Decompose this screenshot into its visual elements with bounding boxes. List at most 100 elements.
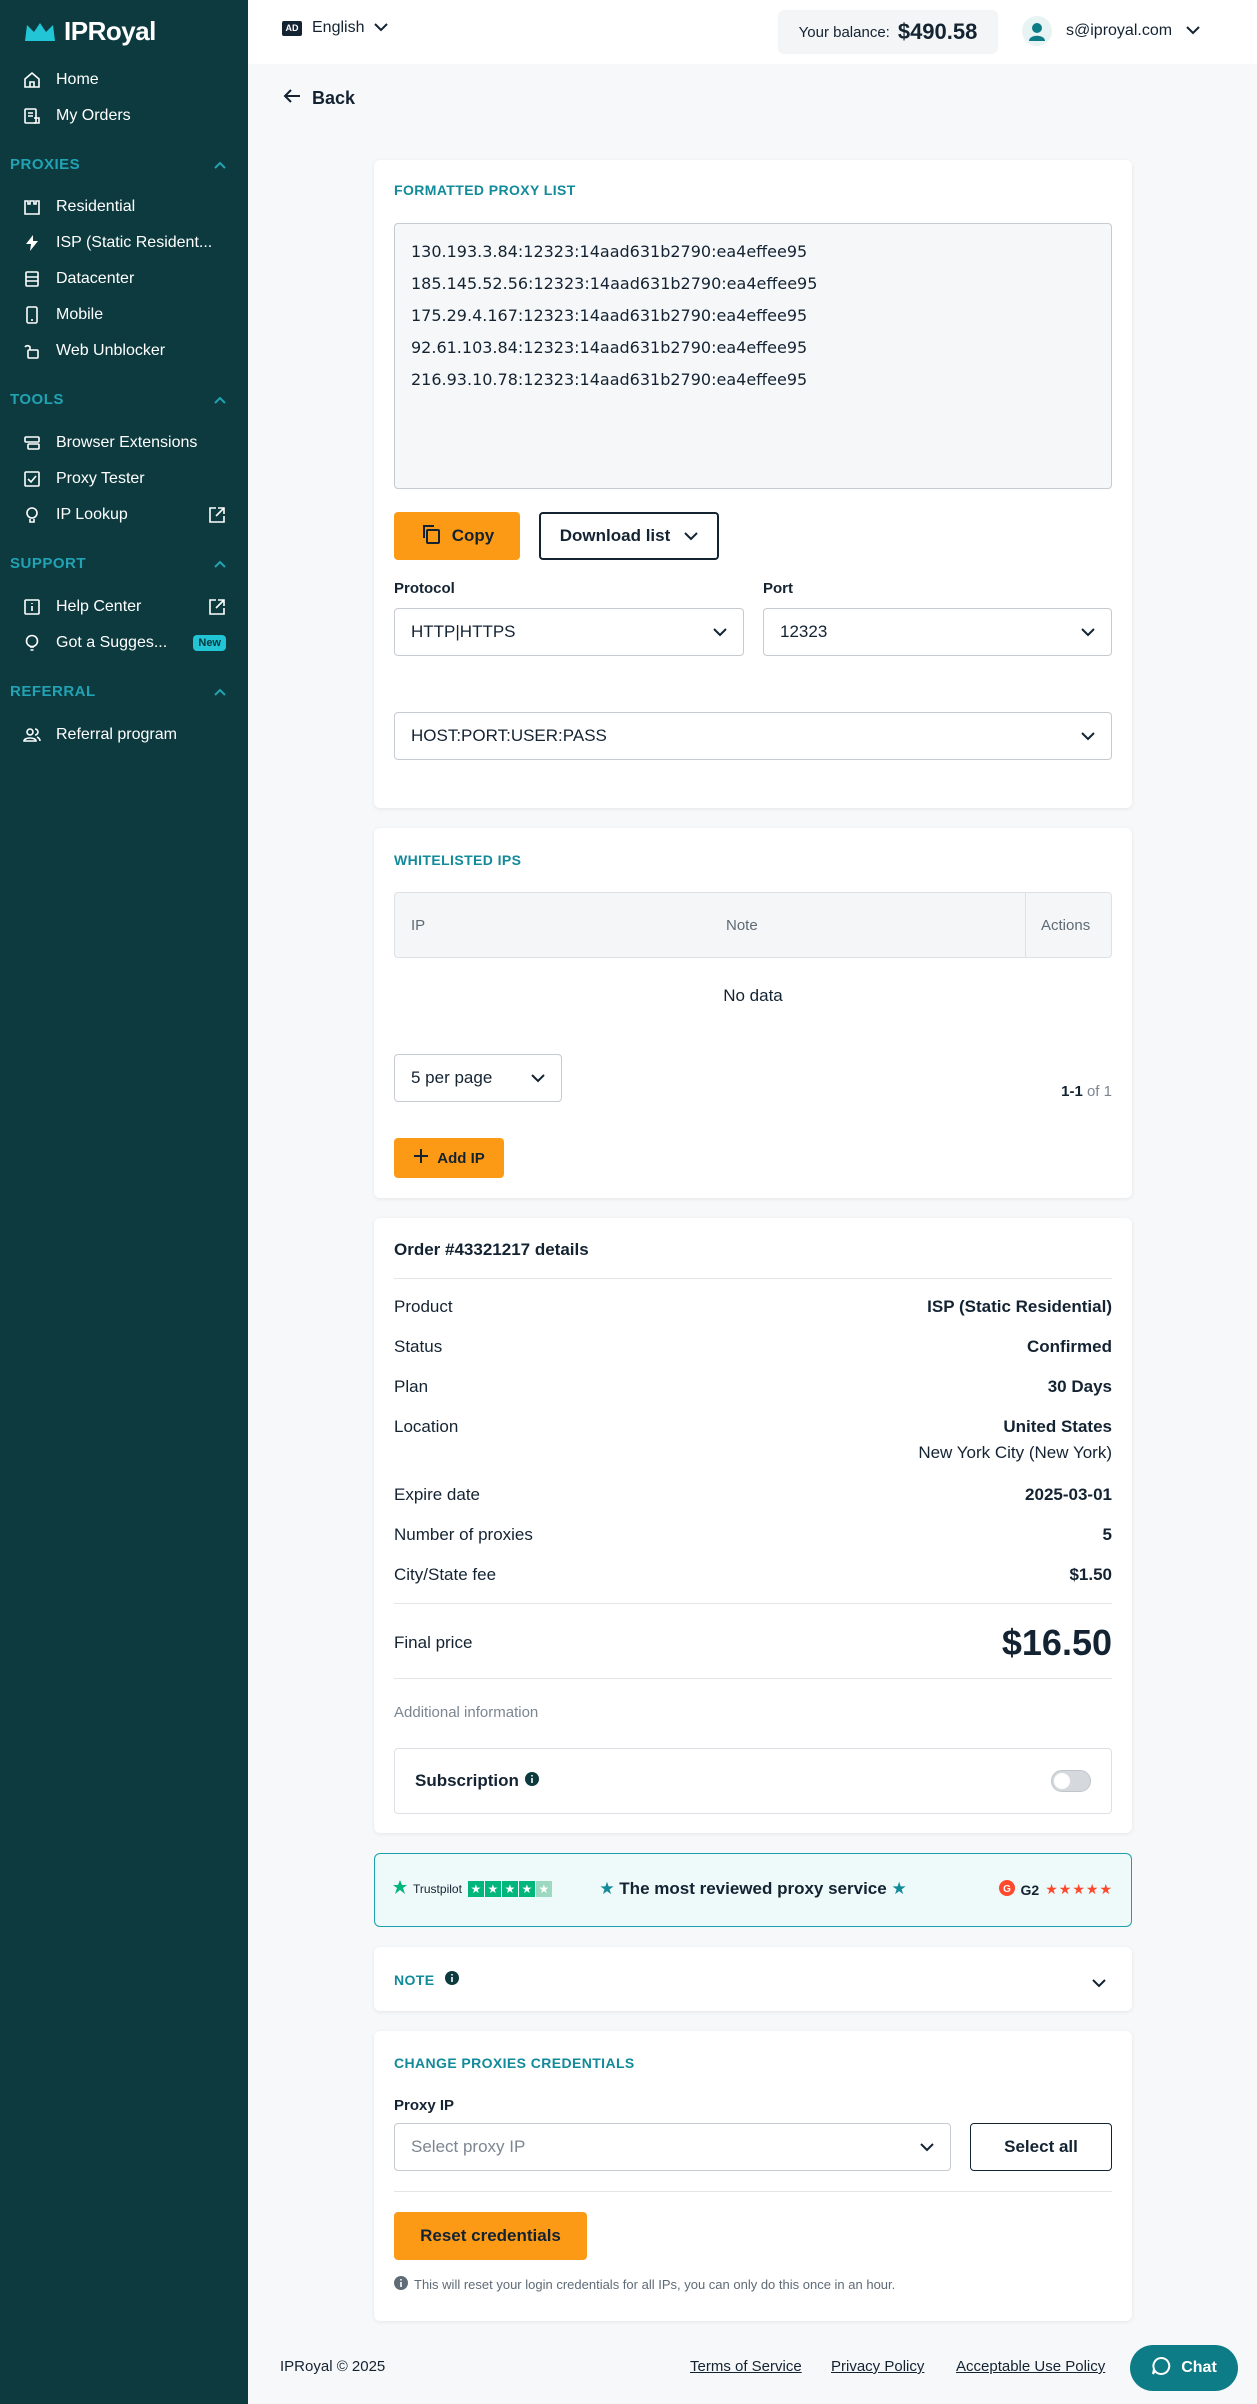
download-list-button[interactable]: Download list xyxy=(539,512,719,560)
select-all-button[interactable]: Select all xyxy=(970,2123,1112,2171)
proxy-line: 216.93.10.78:12323:14aad631b2790:ea4effe… xyxy=(411,370,808,389)
star-icon: ★ xyxy=(891,1879,907,1898)
review-banner[interactable]: Trustpilot ★ ★ ★ ★ ★ ★ The most reviewed pro… xyxy=(374,1853,1132,1927)
info-icon xyxy=(444,1971,459,1989)
row-key: Status xyxy=(394,1337,443,1356)
location-city: New York City (New York) xyxy=(918,1443,1112,1462)
sidebar-item-label: Datacenter xyxy=(56,270,135,287)
chevron-down-icon xyxy=(684,526,698,546)
chat-button[interactable]: Chat xyxy=(1130,2345,1238,2391)
credentials-card: CHANGE PROXIES CREDENTIALS Proxy IP Sele… xyxy=(374,2031,1132,2321)
sidebar-item-label: Mobile xyxy=(56,306,104,323)
copy-button[interactable]: Copy xyxy=(394,512,520,560)
plus-icon xyxy=(413,1148,429,1168)
logo[interactable]: IPRoyal xyxy=(24,16,156,47)
order-row-fee: City/State fee $1.50 xyxy=(394,1565,1112,1585)
chevron-down-icon xyxy=(1081,726,1095,746)
logo-text: IPRoyal xyxy=(64,16,156,46)
sidebar-item-label: Help Center xyxy=(56,598,142,615)
balance-label: Your balance: xyxy=(798,23,890,41)
sidebar-item-referral-program[interactable]: Referral program xyxy=(22,721,226,749)
section-referral-header[interactable]: REFERRAL xyxy=(10,680,226,702)
order-row-number: Number of proxies 5 xyxy=(394,1525,1112,1545)
format-value: HOST:PORT:USER:PASS xyxy=(411,726,607,745)
sidebar-item-proxy-tester[interactable]: Proxy Tester xyxy=(22,465,226,493)
final-price-value: $16.50 xyxy=(1001,1622,1112,1663)
order-row-plan: Plan 30 Days xyxy=(394,1377,1112,1397)
sidebar: IPRoyal Home My Orders PROXIES Residenti… xyxy=(0,0,248,2404)
column-actions: Actions xyxy=(1041,917,1091,934)
proxy-list-textarea[interactable]: 130.193.3.84:12323:14aad631b2790:ea4effe… xyxy=(394,223,1112,489)
chevron-down-icon xyxy=(920,2137,934,2157)
subscription-box: Subscription xyxy=(394,1748,1112,1814)
section-tools-header[interactable]: TOOLS xyxy=(10,388,226,410)
sidebar-item-my-orders[interactable]: My Orders xyxy=(22,102,226,130)
extension-icon xyxy=(22,433,42,453)
section-proxies-header[interactable]: PROXIES xyxy=(10,153,226,175)
port-select[interactable]: 12323 xyxy=(763,608,1112,656)
language-selector[interactable]: AD English xyxy=(282,19,389,37)
sidebar-item-residential[interactable]: Residential xyxy=(22,193,226,221)
sidebar-item-suggestion[interactable]: Got a Sugges... New xyxy=(22,629,226,657)
balance-box: Your balance: $490.58 xyxy=(778,10,998,54)
proxy-ip-select[interactable]: Select proxy IP xyxy=(394,2123,951,2171)
empty-state: No data xyxy=(723,986,783,1005)
privacy-link[interactable]: Privacy Policy xyxy=(831,2358,924,2375)
whitelist-card: WHITELISTED IPS IP Note Actions No data … xyxy=(374,828,1132,1198)
info-icon[interactable] xyxy=(524,1771,539,1791)
topbar: AD English Your balance: $490.58 s@iproy… xyxy=(248,0,1257,64)
add-ip-button[interactable]: Add IP xyxy=(394,1138,504,1178)
protocol-select[interactable]: HTTP|HTTPS xyxy=(394,608,744,656)
chat-label: Chat xyxy=(1181,2359,1217,2376)
phone-icon xyxy=(22,305,42,325)
sidebar-item-isp[interactable]: ISP (Static Resident... xyxy=(22,229,226,257)
proxy-line: 185.145.52.56:12323:14aad631b2790:ea4eff… xyxy=(411,274,818,293)
sidebar-item-browser-extensions[interactable]: Browser Extensions xyxy=(22,429,226,457)
divider xyxy=(394,2191,1112,2192)
sidebar-item-label: IP Lookup xyxy=(56,506,128,523)
star-icon: ★ xyxy=(599,1879,615,1898)
sidebar-item-mobile[interactable]: Mobile xyxy=(22,301,226,329)
users-icon xyxy=(22,725,42,745)
avatar xyxy=(1022,16,1052,46)
row-key: City/State fee xyxy=(394,1565,497,1584)
divider xyxy=(394,1678,1112,1679)
back-button[interactable]: Back xyxy=(282,88,355,109)
chat-bubble-icon xyxy=(1151,2356,1171,2381)
external-link-icon xyxy=(208,598,226,616)
chevron-up-icon xyxy=(214,555,226,572)
reset-credentials-button[interactable]: Reset credentials xyxy=(394,2212,587,2260)
user-menu[interactable]: s@iproyal.com xyxy=(1022,16,1200,46)
terms-link[interactable]: Terms of Service xyxy=(690,2358,802,2375)
info-icon xyxy=(22,597,42,617)
orders-icon xyxy=(22,106,42,126)
subscription-toggle[interactable] xyxy=(1051,1770,1091,1792)
order-row-location: Location United States New York City (Ne… xyxy=(394,1417,1112,1463)
g2-logo-icon: G xyxy=(998,1880,1015,1899)
per-page-select[interactable]: 5 per page xyxy=(394,1054,562,1102)
card-title: FORMATTED PROXY LIST xyxy=(394,182,576,198)
sidebar-item-label: Web Unblocker xyxy=(56,342,166,359)
lightbulb-icon xyxy=(22,633,42,653)
acceptable-use-link[interactable]: Acceptable Use Policy xyxy=(956,2358,1105,2375)
sidebar-item-ip-lookup[interactable]: IP Lookup xyxy=(22,501,226,529)
sidebar-item-help-center[interactable]: Help Center xyxy=(22,593,226,621)
sidebar-item-web-unblocker[interactable]: Web Unblocker xyxy=(22,337,226,365)
sidebar-item-datacenter[interactable]: Datacenter xyxy=(22,265,226,293)
format-select[interactable]: HOST:PORT:USER:PASS xyxy=(394,712,1112,760)
section-support-header[interactable]: SUPPORT xyxy=(10,552,226,574)
user-email: s@iproyal.com xyxy=(1066,22,1173,39)
final-price-label: Final price xyxy=(394,1633,473,1652)
copy-icon xyxy=(420,523,442,550)
protocol-value: HTTP|HTTPS xyxy=(411,622,516,641)
chevron-up-icon xyxy=(214,391,226,408)
review-text: The most reviewed proxy service xyxy=(619,1879,887,1898)
sidebar-item-label: Residential xyxy=(56,198,136,215)
sidebar-item-label: Proxy Tester xyxy=(56,470,145,487)
divider xyxy=(394,1603,1112,1604)
checklist-icon xyxy=(22,469,42,489)
note-card[interactable]: NOTE xyxy=(374,1947,1132,2011)
sidebar-item-home[interactable]: Home xyxy=(22,66,226,94)
port-label: Port xyxy=(763,580,793,597)
bulb-icon xyxy=(22,505,42,525)
